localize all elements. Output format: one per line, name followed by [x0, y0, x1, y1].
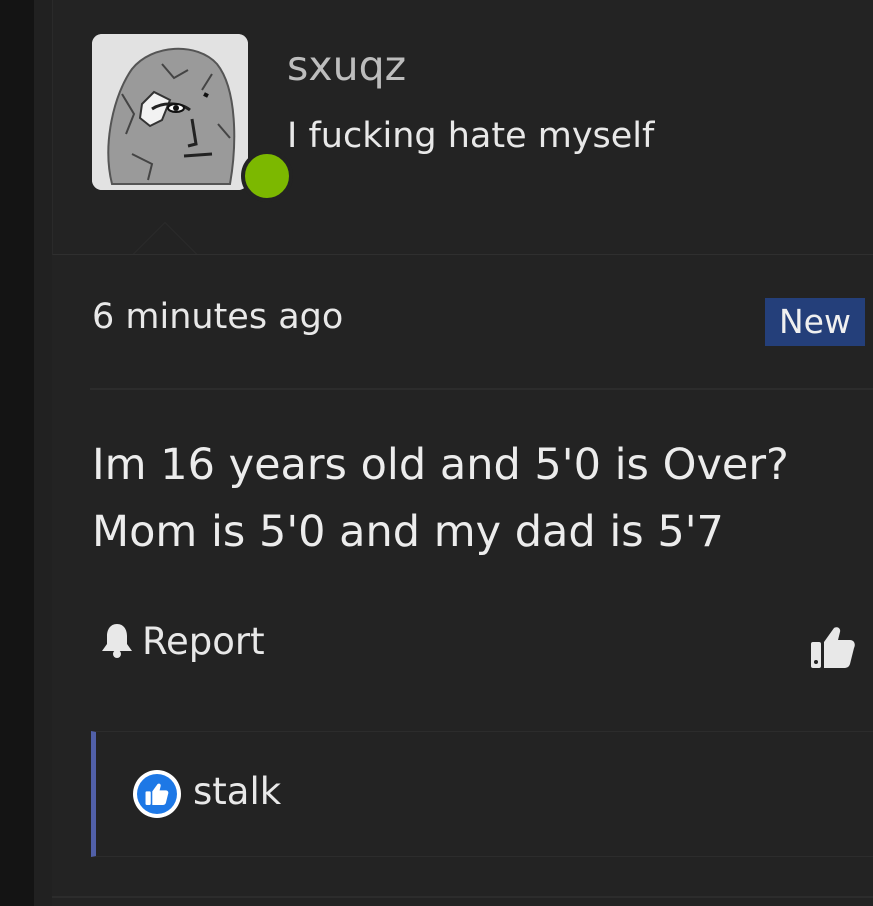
bell-icon	[100, 622, 134, 662]
header-pointer	[133, 222, 197, 254]
avatar-image	[92, 34, 248, 190]
reply-item[interactable]: stalk	[91, 731, 873, 857]
like-button[interactable]	[810, 624, 856, 674]
avatar[interactable]	[92, 34, 248, 190]
post-header: sxuqz I fucking hate myself	[52, 0, 873, 255]
divider	[90, 388, 873, 390]
left-rail	[0, 0, 34, 906]
report-button[interactable]: Report	[100, 620, 265, 663]
author-tagline: I fucking hate myself	[287, 116, 655, 156]
post-timestamp: 6 minutes ago	[92, 297, 344, 337]
divider	[52, 896, 873, 898]
post-card: sxuqz I fucking hate myself 6 minutes ag…	[52, 0, 873, 906]
thumbs-up-icon	[133, 770, 181, 818]
post-body: Im 16 years old and 5'0 is Over? Mom is …	[92, 432, 852, 566]
thumbs-up-icon	[810, 627, 856, 674]
author-username[interactable]: sxuqz	[287, 42, 406, 90]
new-badge: New	[765, 298, 865, 346]
report-label: Report	[142, 620, 265, 663]
post-body-line: Im 16 years old and 5'0 is Over?	[92, 440, 789, 490]
reply-username[interactable]: stalk	[193, 770, 281, 813]
online-status-indicator	[241, 150, 293, 202]
post-body-line: Mom is 5'0 and my dad is 5'7	[92, 507, 724, 557]
